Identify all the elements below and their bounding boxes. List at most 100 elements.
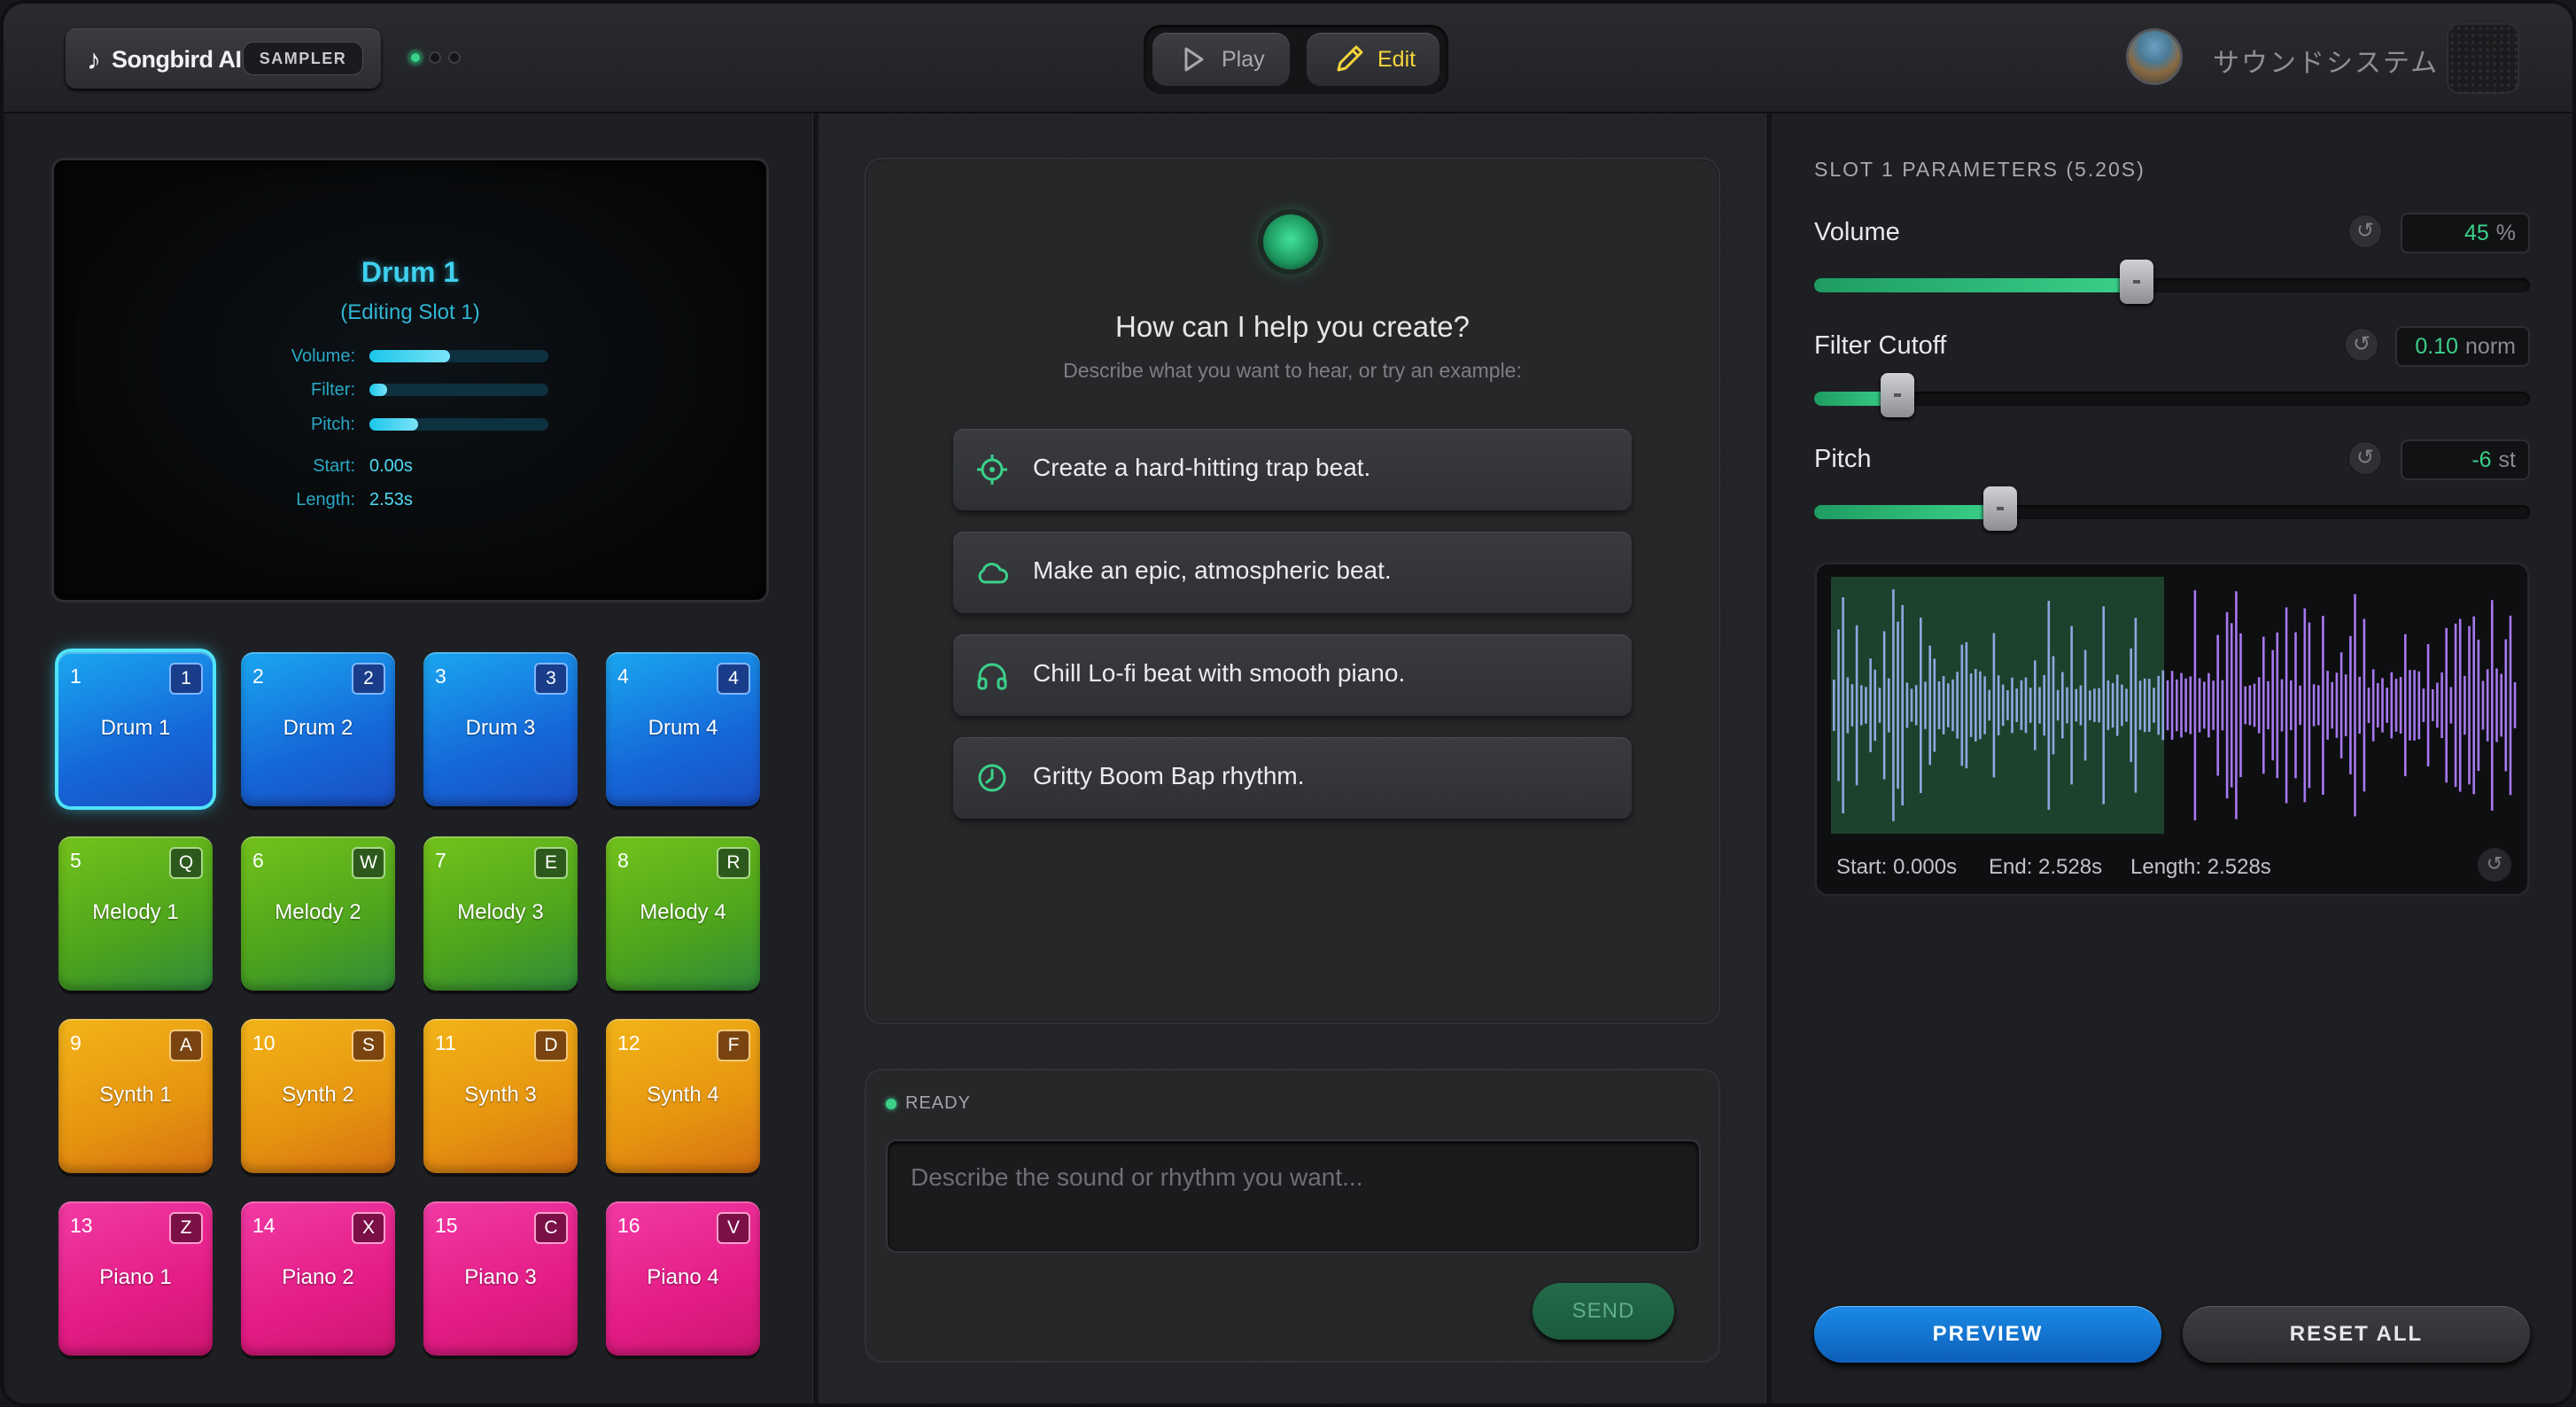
waveform-bar	[2024, 677, 2028, 734]
volume-slider-fill	[1814, 278, 2137, 292]
suggestion-epic[interactable]: Make an epic, atmospheric beat.	[953, 532, 1632, 613]
pad-number: 11	[435, 1031, 456, 1054]
waveform-reset-button[interactable]: ↺	[2478, 848, 2511, 882]
logo: ♪ Songbird AI SAMPLER	[66, 28, 381, 89]
volume-slider[interactable]	[1814, 260, 2530, 304]
pitch-value[interactable]: -6 st	[2401, 439, 2530, 480]
pitch-slider-thumb[interactable]	[1983, 486, 2018, 531]
waveform-bar	[1975, 669, 1977, 742]
pad-15[interactable]: 15 C Piano 3	[423, 1201, 578, 1356]
filter-slider[interactable]	[1814, 373, 2530, 417]
lcd-editing-label: (Editing Slot 1)	[340, 300, 480, 324]
pad-5[interactable]: 5 Q Melody 1	[58, 836, 213, 991]
waveform-bar	[2504, 639, 2508, 772]
waveform-bar	[1833, 680, 1835, 731]
app-name: Songbird AI	[112, 46, 242, 73]
pad-3[interactable]: 3 3 Drum 3	[423, 652, 578, 806]
pad-13[interactable]: 13 Z Piano 1	[58, 1201, 213, 1356]
pad-7[interactable]: 7 E Melody 3	[423, 836, 578, 991]
waveform-bar	[2239, 633, 2242, 778]
waveform-bar	[2417, 671, 2421, 740]
waveform-bar	[1855, 625, 1858, 786]
reset-all-button[interactable]: RESET ALL	[2183, 1306, 2530, 1363]
volume-value[interactable]: 45%	[2401, 213, 2530, 253]
pad-key-badge: V	[717, 1212, 750, 1244]
waveform-bar	[2043, 674, 2045, 736]
pad-9[interactable]: 9 A Synth 1	[58, 1019, 213, 1173]
waveform-bar	[2111, 682, 2114, 728]
filter-slider-thumb[interactable]	[1880, 373, 1914, 417]
pad-16[interactable]: 16 V Piano 4	[606, 1201, 760, 1356]
waveform-bar	[2481, 680, 2485, 730]
waveform-bar	[2248, 685, 2252, 726]
waveform-bar	[2312, 684, 2316, 727]
waveform-bar	[2344, 674, 2347, 736]
waveform-bar	[2189, 676, 2192, 735]
send-button[interactable]: SEND	[1532, 1283, 1674, 1340]
pad-6[interactable]: 6 W Melody 2	[241, 836, 395, 991]
suggestion-lofi[interactable]: Chill Lo-fi beat with smooth piano.	[953, 634, 1632, 716]
pad-4[interactable]: 4 4 Drum 4	[606, 652, 760, 806]
play-mode-button[interactable]: Play	[1152, 33, 1290, 86]
waveform-bar	[2075, 688, 2078, 722]
waveform-bar	[2354, 594, 2356, 817]
waveform-bar	[2083, 649, 2087, 761]
pad-number: 16	[617, 1214, 640, 1237]
waveform-bar	[2377, 683, 2379, 728]
pad-number: 15	[435, 1214, 458, 1237]
assistant-card: How can I help you create? Describe what…	[865, 158, 1720, 1024]
waveform-bar	[2166, 680, 2169, 731]
pad-key-badge: F	[717, 1030, 750, 1061]
pad-key-badge: Q	[169, 847, 203, 879]
filter-reset-button[interactable]: ↺	[2344, 327, 2379, 362]
pad-1[interactable]: 1 1 Drum 1	[58, 652, 213, 806]
pad-8[interactable]: 8 R Melody 4	[606, 836, 760, 991]
waveform-bar	[1860, 685, 1863, 726]
waveform-bar	[2468, 626, 2471, 785]
pad-number: 12	[617, 1031, 640, 1054]
waveform-bar	[2500, 673, 2502, 737]
edit-mode-button[interactable]: Edit	[1307, 33, 1439, 86]
pad-12[interactable]: 12 F Synth 4	[606, 1019, 760, 1173]
pad-label: Piano 2	[282, 1265, 354, 1289]
filter-value[interactable]: 0.10 norm	[2395, 326, 2530, 367]
lcd-filter-bar	[369, 384, 548, 396]
pitch-reset-button[interactable]: ↺	[2347, 440, 2383, 476]
waveform-bar	[2203, 681, 2206, 729]
pad-2[interactable]: 2 2 Drum 2	[241, 652, 395, 806]
waveform-bar	[1920, 618, 1922, 793]
cloud-icon	[974, 555, 1010, 590]
waveform-bar	[2458, 618, 2462, 792]
waveform-bar	[2285, 607, 2288, 804]
waveform-bar	[1983, 676, 1986, 735]
waveform-bar	[2486, 669, 2489, 742]
volume-slider-thumb[interactable]	[2119, 260, 2153, 304]
pad-label: Synth 3	[464, 1083, 537, 1107]
pitch-slider[interactable]	[1814, 486, 2530, 531]
waveform-bar	[1878, 688, 1882, 723]
crosshair-icon	[974, 452, 1010, 487]
pad-10[interactable]: 10 S Synth 2	[241, 1019, 395, 1173]
waveform-bar	[2093, 688, 2096, 722]
suggestion-trap[interactable]: Create a hard-hitting trap beat.	[953, 429, 1632, 510]
waveform-bar	[2143, 678, 2146, 733]
pad-key-badge: S	[352, 1030, 385, 1061]
volume-reset-button[interactable]: ↺	[2347, 214, 2383, 249]
waveform-bar	[1960, 644, 1964, 766]
waveform-bar	[2422, 688, 2425, 722]
user-avatar[interactable]	[2126, 28, 2183, 85]
pad-key-badge: 3	[534, 663, 568, 695]
waveform-bar	[2061, 672, 2064, 739]
volume-number: 45	[2463, 221, 2489, 245]
waveform-bar	[1928, 645, 1931, 766]
waveform-editor[interactable]: Start: 0.000s End: 2.528s Length: 2.528s…	[1814, 562, 2530, 897]
prompt-input[interactable]	[888, 1141, 1699, 1194]
waveform-bar	[2394, 679, 2398, 732]
suggestion-boombap[interactable]: Gritty Boom Bap rhythm.	[953, 737, 1632, 819]
pad-14[interactable]: 14 X Piano 2	[241, 1201, 395, 1356]
waveform-bar	[2299, 685, 2301, 726]
pad-number: 14	[252, 1214, 275, 1237]
preview-button[interactable]: PREVIEW	[1814, 1306, 2161, 1363]
waveform-bar	[1969, 673, 1973, 737]
pad-11[interactable]: 11 D Synth 3	[423, 1019, 578, 1173]
